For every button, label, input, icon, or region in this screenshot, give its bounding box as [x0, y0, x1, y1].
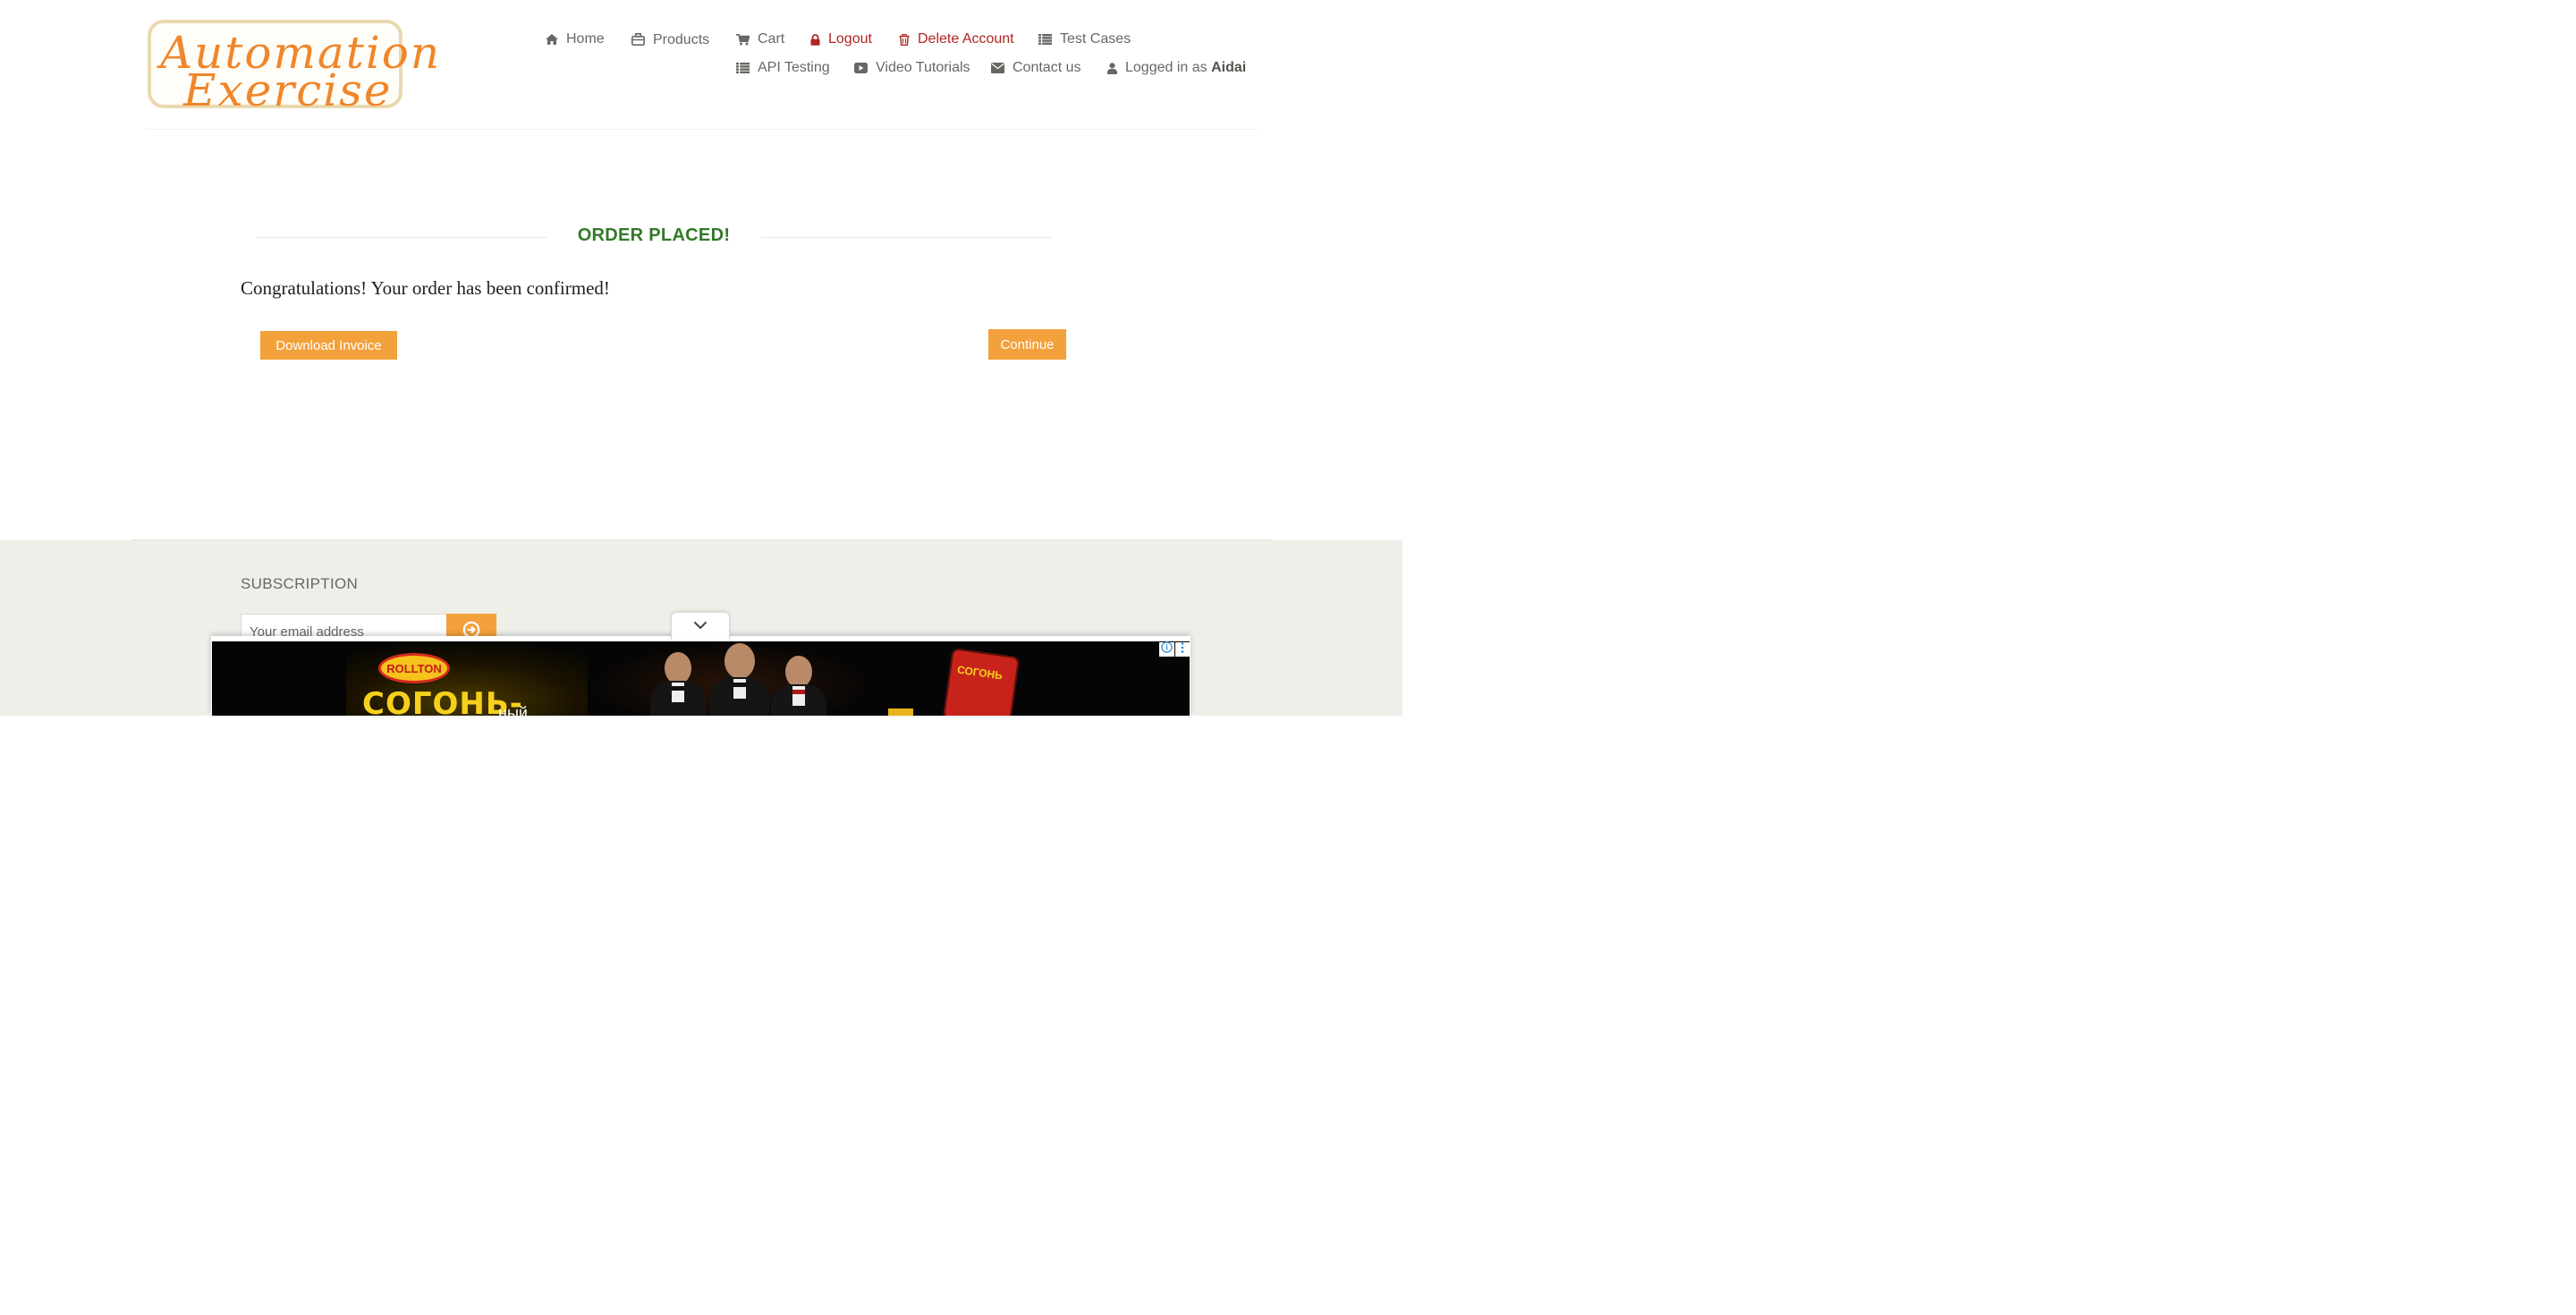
- ad-brand-logo: ROLLTON: [378, 653, 450, 683]
- briefcase-icon: [631, 33, 645, 46]
- nav-home[interactable]: Home: [546, 31, 605, 47]
- nav-logout[interactable]: Logout: [810, 31, 872, 47]
- vertical-dots-icon: [1181, 641, 1184, 658]
- nav-cart[interactable]: Cart: [736, 31, 784, 47]
- nav-delete-account-label: Delete Account: [918, 31, 1014, 47]
- order-confirmation-message: Congratulations! Your order has been con…: [241, 277, 610, 299]
- footer-divider: [131, 539, 1271, 540]
- list-icon: [736, 63, 750, 73]
- cart-icon: [736, 33, 750, 46]
- home-icon: [546, 34, 558, 45]
- title-rule-left: [256, 237, 547, 238]
- nav-api-testing-label: API Testing: [758, 60, 830, 75]
- ad-info-button[interactable]: [1159, 641, 1174, 658]
- trash-icon: [899, 33, 910, 46]
- envelope-icon: [991, 63, 1004, 73]
- ad-options-button[interactable]: [1175, 642, 1190, 657]
- ad-collapse-toggle[interactable]: [671, 612, 730, 640]
- nav-cart-label: Cart: [758, 31, 785, 47]
- ad-product-package: [942, 648, 1021, 716]
- nav-products[interactable]: Products: [631, 30, 709, 48]
- logged-in-prefix: Logged in as: [1125, 60, 1208, 75]
- nav-contact-us-label: Contact us: [1013, 60, 1081, 75]
- continue-button[interactable]: Continue: [988, 329, 1066, 360]
- play-icon: [854, 63, 868, 73]
- logo-line-2: Exercise: [183, 64, 392, 116]
- nav-video-tutorials-label: Video Tutorials: [876, 60, 970, 75]
- ad-subline: ный: [498, 704, 528, 716]
- user-icon: [1107, 62, 1117, 74]
- nav-api-testing[interactable]: API Testing: [736, 60, 830, 76]
- logged-in-username: Aidai: [1211, 60, 1247, 75]
- nav-test-cases[interactable]: Test Cases: [1038, 31, 1131, 47]
- order-placed-title: ORDER PLACED!: [577, 225, 731, 245]
- nav-video-tutorials[interactable]: Video Tutorials: [854, 60, 970, 76]
- download-invoice-button[interactable]: Download Invoice: [260, 331, 397, 360]
- advertisement-banner[interactable]: ROLLTON СОГОНЬ- ный СОГОНЬ: [212, 641, 1190, 716]
- nav-contact-us[interactable]: Contact us: [991, 60, 1080, 76]
- chevron-down-icon: [693, 618, 708, 634]
- site-logo[interactable]: Automation Exercise: [148, 20, 439, 116]
- ad-price-tag: [888, 708, 913, 716]
- list-icon: [1038, 34, 1052, 45]
- logged-in-text: Logged in as Aidai: [1125, 60, 1246, 76]
- nav-delete-account[interactable]: Delete Account: [899, 31, 1014, 47]
- nav-test-cases-label: Test Cases: [1060, 31, 1131, 47]
- subscription-title: SUBSCRIPTION: [241, 575, 359, 592]
- header-divider: [146, 129, 1258, 130]
- lock-icon: [810, 33, 820, 46]
- nav-logged-in-status: Logged in as Aidai: [1107, 60, 1246, 76]
- info-icon: [1161, 641, 1173, 658]
- nav-logout-label: Logout: [828, 31, 872, 47]
- nav-home-label: Home: [566, 31, 605, 47]
- logo-line-2-text: Exercise: [183, 64, 393, 116]
- nav-products-label: Products: [653, 32, 710, 47]
- title-rule-right: [760, 237, 1052, 238]
